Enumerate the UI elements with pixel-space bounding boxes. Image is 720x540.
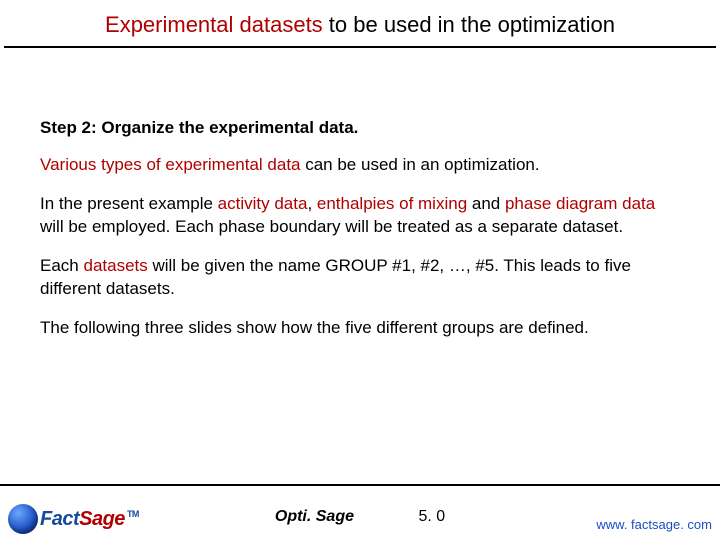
footer-center: Opti. Sage 5. 0 <box>275 508 445 526</box>
p2-a: In the present example <box>40 194 218 213</box>
slide-title: Experimental datasets to be used in the … <box>0 0 720 46</box>
factsage-logo: FactSageTM <box>8 504 139 534</box>
paragraph-2: In the present example activity data, en… <box>40 193 680 239</box>
slide: Experimental datasets to be used in the … <box>0 0 720 540</box>
globe-icon <box>8 504 38 534</box>
p2-d: will be employed. Each phase boundary wi… <box>40 217 623 236</box>
logo-tm: TM <box>127 509 139 519</box>
p1-highlight: Various types of experimental data <box>40 155 301 174</box>
logo-fact: Fact <box>40 508 79 530</box>
p3-a: Each <box>40 256 83 275</box>
title-rest: to be used in the optimization <box>323 12 615 37</box>
paragraph-1: Various types of experimental data can b… <box>40 154 680 177</box>
p1-rest: can be used in an optimization. <box>301 155 540 174</box>
slide-body: Step 2: Organize the experimental data. … <box>0 48 720 340</box>
title-highlight: Experimental datasets <box>105 12 323 37</box>
logo-text: FactSageTM <box>40 508 139 531</box>
p2-b: , <box>307 194 316 213</box>
logo-sage: Sage <box>79 508 125 530</box>
page-number: 5. 0 <box>418 508 445 525</box>
p3-datasets: datasets <box>83 256 147 275</box>
footer: FactSageTM Opti. Sage 5. 0 www. factsage… <box>0 484 720 540</box>
p2-c: and <box>467 194 505 213</box>
p2-activity: activity data <box>218 194 308 213</box>
product-name: Opti. Sage <box>275 508 354 525</box>
p2-phase: phase diagram data <box>505 194 655 213</box>
p2-enthalpies: enthalpies of mixing <box>317 194 467 213</box>
paragraph-3: Each datasets will be given the name GRO… <box>40 255 680 301</box>
paragraph-4: The following three slides show how the … <box>40 317 680 340</box>
footer-inner: FactSageTM Opti. Sage 5. 0 www. factsage… <box>0 486 720 540</box>
footer-url: www. factsage. com <box>596 517 712 532</box>
step-heading: Step 2: Organize the experimental data. <box>40 118 680 138</box>
